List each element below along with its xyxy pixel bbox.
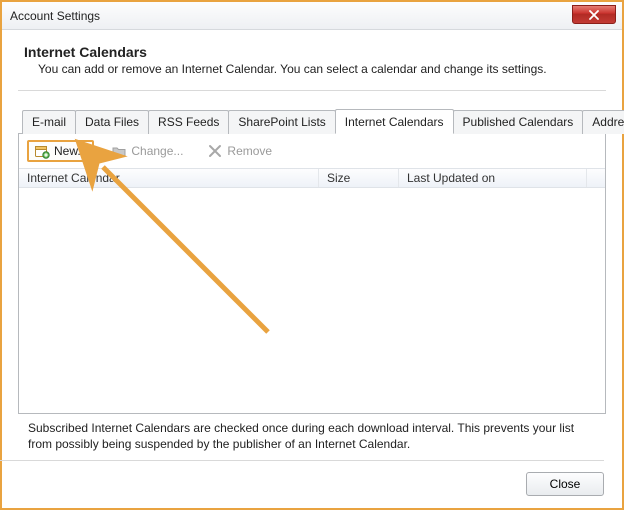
col-header-size[interactable]: Size (319, 169, 399, 187)
column-headers: Internet Calendar Size Last Updated on (19, 168, 605, 188)
window-title: Account Settings (10, 9, 100, 23)
change-button-label: Change... (131, 144, 183, 158)
tab-pane: New... Change... Remove Internet Calenda… (18, 134, 606, 414)
tab-internet-calendars[interactable]: Internet Calendars (335, 109, 454, 134)
section-subtext: You can add or remove an Internet Calend… (18, 62, 606, 76)
dialog-footer: Close (526, 472, 604, 496)
tab-address-books[interactable]: Address Books (582, 110, 624, 134)
separator (18, 90, 606, 91)
col-header-spacer (587, 169, 605, 187)
tab-strip: E-mail Data Files RSS Feeds SharePoint L… (18, 109, 606, 134)
close-icon (589, 10, 599, 20)
remove-button-label: Remove (227, 144, 272, 158)
title-bar: Account Settings (2, 2, 622, 30)
tab-rss-feeds[interactable]: RSS Feeds (148, 110, 229, 134)
tab-email[interactable]: E-mail (22, 110, 76, 134)
new-button[interactable]: New... (27, 140, 94, 162)
remove-button[interactable]: Remove (200, 140, 279, 162)
footnote-text: Subscribed Internet Calendars are checke… (18, 414, 606, 452)
col-header-name[interactable]: Internet Calendar (19, 169, 319, 187)
footer-separator (0, 460, 604, 461)
change-button[interactable]: Change... (104, 140, 190, 162)
tab-sharepoint-lists[interactable]: SharePoint Lists (228, 110, 335, 134)
section-heading: Internet Calendars (18, 44, 606, 60)
tab-data-files[interactable]: Data Files (75, 110, 149, 134)
calendar-new-icon (34, 143, 50, 159)
window-close-button[interactable] (572, 5, 616, 24)
folder-change-icon (111, 143, 127, 159)
col-header-updated[interactable]: Last Updated on (399, 169, 587, 187)
remove-icon (207, 143, 223, 159)
close-button[interactable]: Close (526, 472, 604, 496)
tab-published-calendars[interactable]: Published Calendars (453, 110, 584, 134)
calendar-list[interactable] (19, 188, 605, 413)
toolbar: New... Change... Remove (19, 134, 605, 168)
dialog-content: Internet Calendars You can add or remove… (2, 30, 622, 462)
new-button-label: New... (54, 144, 87, 158)
